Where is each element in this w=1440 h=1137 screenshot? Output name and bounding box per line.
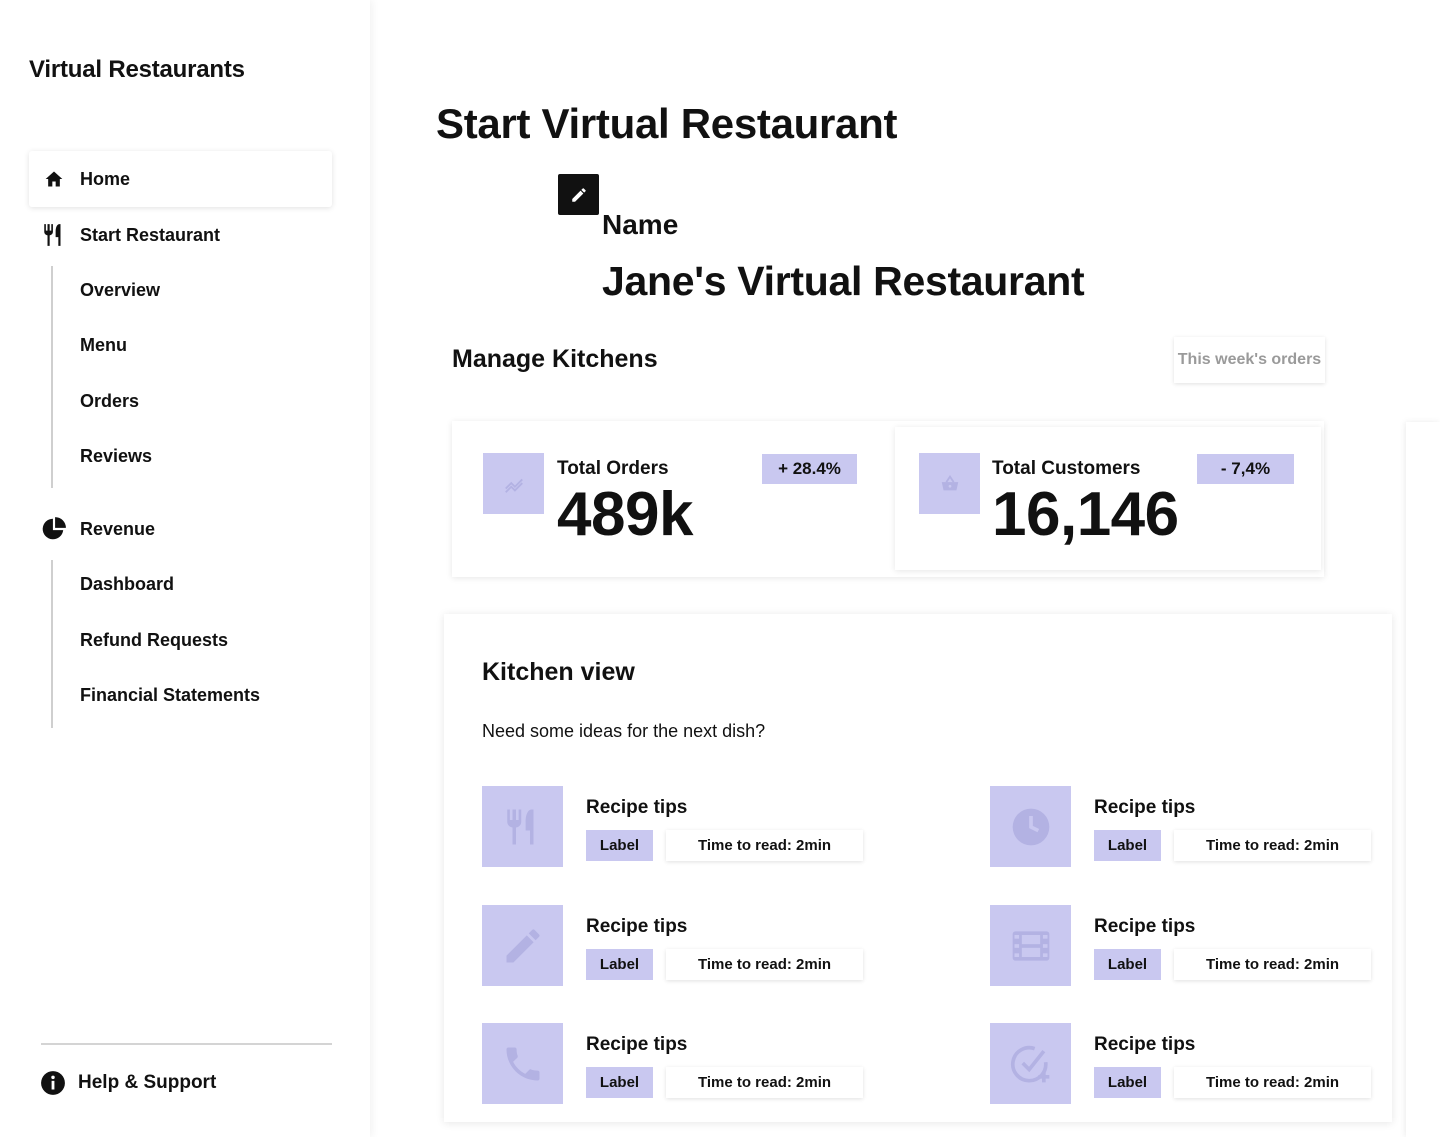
basket-icon <box>919 453 980 514</box>
sidebar: Virtual Restaurants Home Start Restauran… <box>0 0 370 1137</box>
tip-label: Label <box>1094 1067 1161 1098</box>
recipe-tip-card[interactable]: Recipe tips Label Time to read: 2min <box>482 1023 872 1104</box>
restaurant-name: Jane's Virtual Restaurant <box>602 258 1085 304</box>
stat-value: 489k <box>557 480 693 549</box>
edit-name-button[interactable] <box>558 174 599 215</box>
sidebar-item-label: Revenue <box>80 518 156 539</box>
kitchen-view-panel: Kitchen view Need some ideas for the nex… <box>444 614 1392 1122</box>
submenu-line <box>51 266 53 488</box>
check-add-icon <box>990 1023 1071 1104</box>
sidebar-item-dashboard[interactable]: Dashboard <box>80 570 174 598</box>
tip-read-time: Time to read: 2min <box>1174 830 1371 861</box>
tip-label: Label <box>1094 830 1161 861</box>
help-support-link[interactable]: Help & Support <box>40 1070 216 1096</box>
trend-icon <box>483 453 544 514</box>
tip-label: Label <box>586 1067 653 1098</box>
section-title: Manage Kitchens <box>452 345 658 373</box>
tip-label: Label <box>586 830 653 861</box>
submenu-line <box>51 560 53 728</box>
sidebar-item-orders[interactable]: Orders <box>80 387 139 415</box>
sidebar-item-label: Start Restaurant <box>80 224 221 245</box>
recipe-tip-card[interactable]: Recipe tips Label Time to read: 2min <box>482 786 872 867</box>
sidebar-item-refund-requests[interactable]: Refund Requests <box>80 626 228 654</box>
divider <box>41 1043 332 1045</box>
pencil-icon <box>482 905 563 986</box>
phone-icon <box>482 1023 563 1104</box>
stat-label: Total Orders <box>557 458 669 479</box>
sidebar-item-menu[interactable]: Menu <box>80 331 127 359</box>
sidebar-item-label: Home <box>80 168 131 189</box>
utensils-icon <box>29 222 79 248</box>
tip-title: Recipe tips <box>1094 916 1196 937</box>
recipe-tip-card[interactable]: Recipe tips Label Time to read: 2min <box>990 905 1380 986</box>
stat-label: Total Customers <box>992 458 1141 479</box>
brand-title: Virtual Restaurants <box>29 56 245 83</box>
tip-read-time: Time to read: 2min <box>666 949 863 980</box>
utensils-icon <box>482 786 563 867</box>
name-label: Name <box>602 209 679 240</box>
tip-read-time: Time to read: 2min <box>1174 1067 1371 1098</box>
sidebar-item-reviews[interactable]: Reviews <box>80 442 152 470</box>
page-title: Start Virtual Restaurant <box>436 100 898 147</box>
film-icon <box>990 905 1071 986</box>
info-icon <box>40 1070 66 1096</box>
stat-card-orders: Total Orders 489k + 28.4% <box>452 421 892 571</box>
tip-read-time: Time to read: 2min <box>666 830 863 861</box>
week-orders-button[interactable]: This week's orders <box>1174 337 1325 383</box>
right-panel-edge <box>1406 422 1440 1137</box>
tip-title: Recipe tips <box>1094 797 1196 818</box>
kitchen-subtitle: Need some ideas for the next dish? <box>482 721 766 741</box>
recipe-tip-card[interactable]: Recipe tips Label Time to read: 2min <box>482 905 872 986</box>
sidebar-item-overview[interactable]: Overview <box>80 276 160 304</box>
stat-badge: + 28.4% <box>762 454 857 484</box>
sidebar-item-revenue[interactable]: Revenue <box>29 501 332 557</box>
sidebar-item-start-restaurant[interactable]: Start Restaurant <box>29 207 332 263</box>
tip-read-time: Time to read: 2min <box>666 1067 863 1098</box>
stat-card-customers: Total Customers 16,146 - 7,4% <box>895 427 1321 570</box>
help-label: Help & Support <box>78 1072 217 1093</box>
pencil-icon <box>570 186 588 204</box>
stat-badge: - 7,4% <box>1197 454 1294 484</box>
tip-title: Recipe tips <box>586 916 688 937</box>
tip-label: Label <box>1094 949 1161 980</box>
recipe-tip-card[interactable]: Recipe tips Label Time to read: 2min <box>990 1023 1380 1104</box>
pie-chart-icon <box>29 516 79 542</box>
stats-panel: Total Orders 489k + 28.4% Total Customer… <box>452 421 1324 577</box>
tip-read-time: Time to read: 2min <box>1174 949 1371 980</box>
sidebar-item-home[interactable]: Home <box>29 151 332 207</box>
recipe-tip-card[interactable]: Recipe tips Label Time to read: 2min <box>990 786 1380 867</box>
sidebar-item-financial-statements[interactable]: Financial Statements <box>80 681 260 709</box>
tip-title: Recipe tips <box>1094 1034 1196 1055</box>
tip-label: Label <box>586 949 653 980</box>
home-icon <box>29 169 79 189</box>
tip-title: Recipe tips <box>586 1034 688 1055</box>
stat-value: 16,146 <box>992 480 1179 549</box>
tip-title: Recipe tips <box>586 797 688 818</box>
kitchen-title: Kitchen view <box>482 658 635 686</box>
clock-icon <box>990 786 1071 867</box>
